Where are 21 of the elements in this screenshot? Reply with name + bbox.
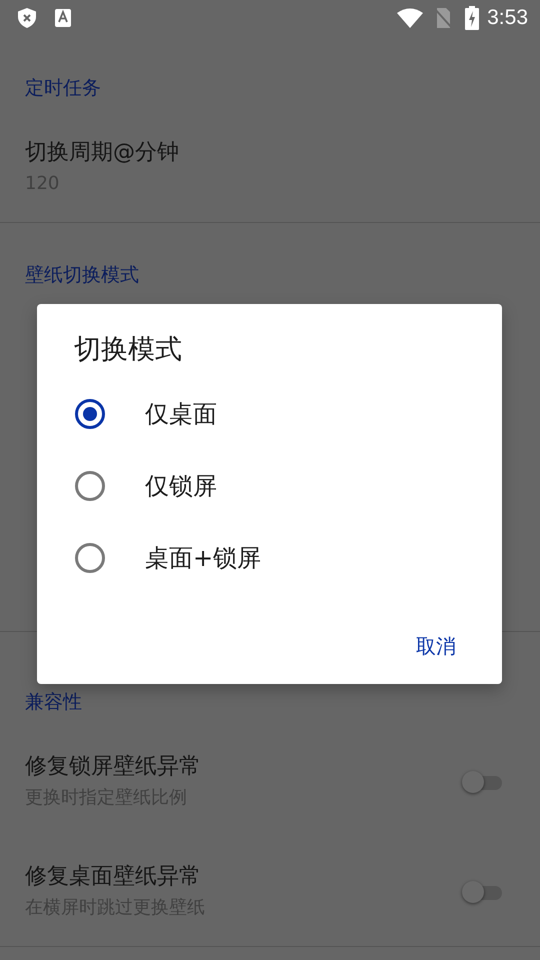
radio-button[interactable]	[75, 543, 105, 573]
cancel-button[interactable]: 取消	[400, 623, 472, 670]
wifi-icon	[397, 8, 424, 28]
radio-button[interactable]	[75, 471, 105, 501]
radio-button[interactable]	[75, 399, 105, 429]
toggle-switch[interactable]	[462, 770, 502, 792]
setting-title: 修复锁屏壁纸异常	[25, 753, 202, 781]
section-header: 定时任务	[25, 76, 101, 100]
option-label[interactable]: 仅锁屏	[145, 470, 217, 502]
section-header: 兼容性	[25, 690, 82, 714]
option-label[interactable]: 桌面+锁屏	[145, 542, 262, 574]
battery-charging-icon	[465, 6, 480, 30]
option-label[interactable]: 仅桌面	[145, 398, 217, 430]
section-header: 壁纸切换模式	[25, 263, 139, 287]
clock-time: 3:53	[487, 6, 528, 30]
toggle-switch[interactable]	[462, 880, 502, 902]
font-icon	[54, 8, 72, 28]
dialog-title: 切换模式	[74, 333, 182, 367]
shield-icon	[16, 7, 38, 29]
setting-title: 切换周期@分钟	[25, 139, 180, 167]
setting-title: 修复桌面壁纸异常	[25, 863, 202, 891]
